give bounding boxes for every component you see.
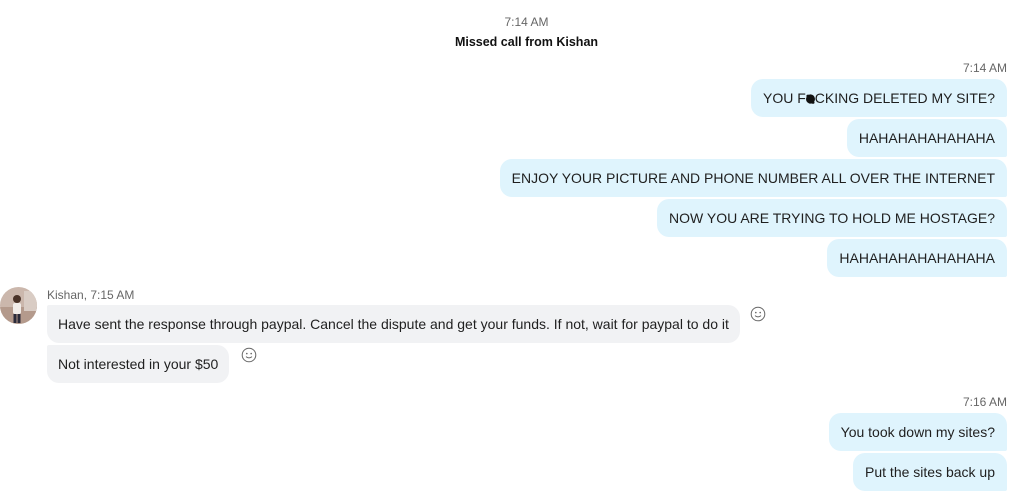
outgoing-message[interactable]: Put the sites back up <box>853 453 1007 491</box>
outgoing-timestamp: 7:16 AM <box>962 395 1007 409</box>
outgoing-message[interactable]: NOW YOU ARE TRYING TO HOLD ME HOSTAGE? <box>657 199 1007 237</box>
outgoing-message[interactable]: HAHAHAHAHAHAHAHA <box>827 239 1007 277</box>
incoming-message[interactable]: Not interested in your $50 <box>47 345 230 383</box>
message-text-part: CKING DELETED MY SITE? <box>814 90 995 106</box>
outgoing-message[interactable]: YOU F CKING DELETED MY SITE? <box>750 79 1007 117</box>
censor-blot-icon <box>805 94 815 104</box>
chat-conversation: 7:14 AM Missed call from Kishan 7:14 AM … <box>0 0 1017 495</box>
outgoing-timestamp: 7:14 AM <box>962 61 1007 75</box>
sender-name-timestamp: Kishan, 7:15 AM <box>47 288 135 302</box>
avatar-image <box>0 287 37 324</box>
contact-avatar[interactable] <box>0 287 37 324</box>
outgoing-message[interactable]: You took down my sites? <box>828 413 1007 451</box>
system-timestamp: 7:14 AM <box>504 15 549 29</box>
missed-call-notice: Missed call from Kishan <box>454 35 599 49</box>
outgoing-message[interactable]: ENJOY YOUR PICTURE AND PHONE NUMBER ALL … <box>499 159 1007 197</box>
message-text-part: YOU F <box>762 90 806 106</box>
incoming-message[interactable]: Have sent the response through paypal. C… <box>47 305 740 343</box>
smiley-reaction-icon[interactable] <box>241 347 257 363</box>
outgoing-message[interactable]: HAHAHAHAHAHAHA <box>846 119 1007 157</box>
smiley-reaction-icon[interactable] <box>750 306 766 322</box>
